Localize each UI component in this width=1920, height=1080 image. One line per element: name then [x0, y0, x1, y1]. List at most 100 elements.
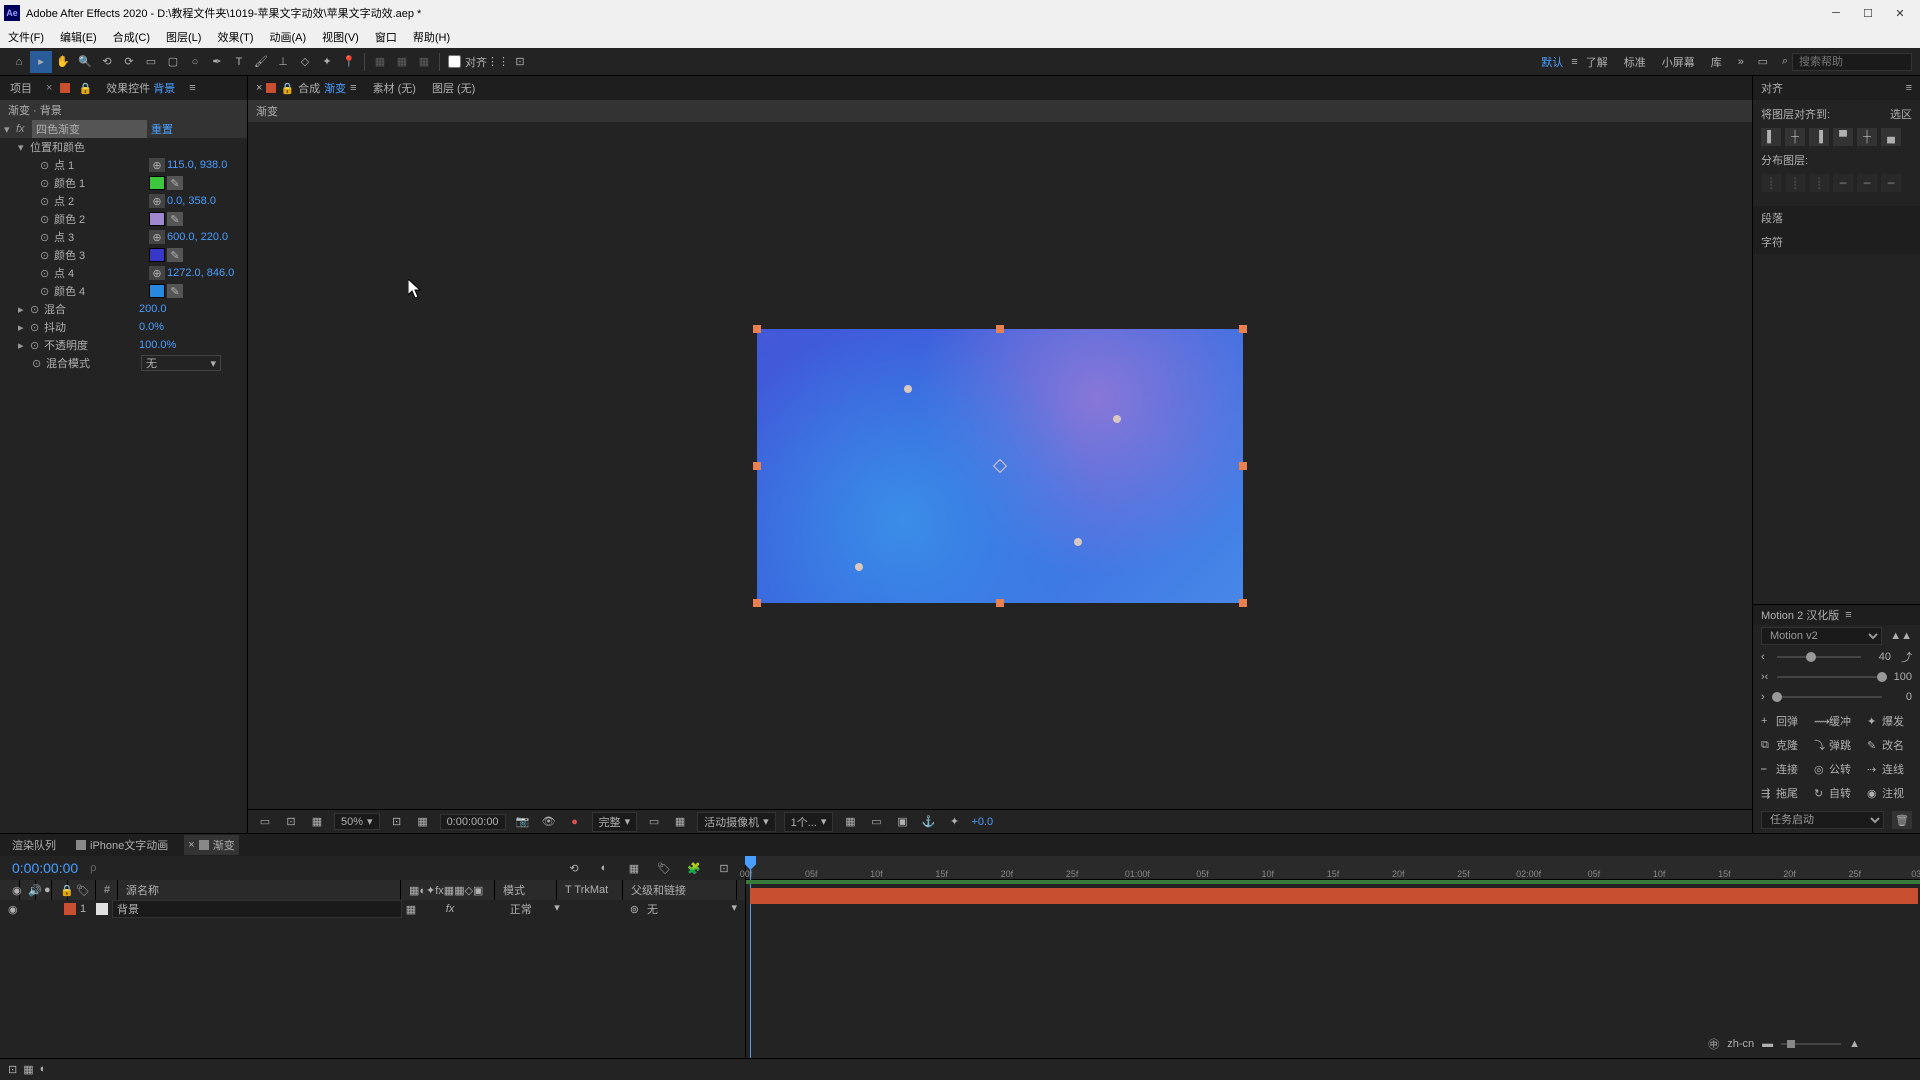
panel-menu-icon[interactable]: ≡	[350, 82, 356, 94]
zoom-slider[interactable]	[1781, 1043, 1841, 1045]
distribute-button[interactable]: ━	[1881, 174, 1901, 192]
trail-button[interactable]: ⇶拖尾	[1759, 783, 1808, 803]
tl-icon[interactable]: ⊡	[715, 859, 733, 877]
task-dropdown[interactable]: 任务启动	[1761, 811, 1884, 829]
point1-value[interactable]: 115.0, 938.0	[167, 159, 227, 171]
rect-tool[interactable]: ▢	[162, 51, 184, 73]
search-input[interactable]	[1792, 53, 1912, 71]
mode-dropdown[interactable]: 无▾	[141, 355, 221, 371]
distribute-button[interactable]: ━	[1833, 174, 1853, 192]
gradient-point[interactable]	[904, 385, 912, 393]
rotate-tool[interactable]: ⟳	[118, 51, 140, 73]
puppet-tool[interactable]: 📍	[338, 51, 360, 73]
slider-track[interactable]	[1777, 656, 1861, 658]
eraser-tool[interactable]: ◇	[294, 51, 316, 73]
color4-swatch[interactable]	[149, 284, 165, 298]
resolution-dropdown[interactable]: 完整▾	[592, 812, 638, 832]
snap-opt-icon[interactable]: ⋮⋮	[487, 51, 509, 73]
tl-icon[interactable]: 🧩	[685, 859, 703, 877]
view-icon[interactable]: ▭	[867, 813, 885, 831]
minimize-button[interactable]: ─	[1820, 0, 1852, 26]
menu-comp[interactable]: 合成(C)	[109, 27, 154, 47]
menu-window[interactable]: 窗口	[371, 27, 401, 47]
spin-button[interactable]: ↻自转	[1812, 783, 1861, 803]
chevron-right-icon[interactable]: ›	[1761, 691, 1771, 703]
align-right-button[interactable]: ▐	[1809, 128, 1829, 146]
brush-tool[interactable]: 🖌	[250, 51, 272, 73]
res-icon[interactable]: ⊡	[388, 813, 406, 831]
bbox-handle[interactable]	[1239, 462, 1247, 470]
panel-menu-icon[interactable]: ≡	[189, 82, 195, 94]
chevron-left-icon[interactable]: ‹	[1761, 651, 1771, 663]
gradient-point[interactable]	[855, 563, 863, 571]
snap-checkbox[interactable]	[448, 55, 461, 68]
tab-source[interactable]: 素材 (无)	[373, 80, 416, 96]
tab-project[interactable]: 项目	[4, 78, 38, 98]
rebound-button[interactable]: +回弹	[1759, 711, 1808, 731]
tab-comp-iphone[interactable]: iPhone文字动画	[72, 835, 172, 855]
clone-button[interactable]: ⧉克隆	[1759, 735, 1808, 755]
timecode-display[interactable]: 0:00:00:00	[440, 814, 506, 830]
view-icon[interactable]: ✦	[945, 813, 963, 831]
zoom-in-icon[interactable]: ▲	[1849, 1038, 1860, 1050]
crosshair-icon[interactable]: ⊕	[149, 194, 165, 208]
stopwatch-icon[interactable]: ⊙	[30, 303, 44, 316]
toggle-icon[interactable]: ◐	[40, 1063, 47, 1076]
jitter-value[interactable]: 0.0%	[139, 321, 164, 333]
crosshair-icon[interactable]: ⊕	[149, 230, 165, 244]
menu-anim[interactable]: 动画(A)	[266, 27, 311, 47]
snap-box-icon[interactable]: ⊡	[509, 51, 531, 73]
tl-icon[interactable]: ▦	[625, 859, 643, 877]
zoom-tool[interactable]: 🔍	[74, 51, 96, 73]
layer-name[interactable]: 背景	[112, 900, 402, 918]
view-icon[interactable]: ▣	[893, 813, 911, 831]
visibility-toggle[interactable]: ◉	[8, 903, 20, 916]
chevron-right-icon[interactable]: ▸	[18, 303, 30, 316]
clone-tool[interactable]: ⊥	[272, 51, 294, 73]
track-area[interactable]	[746, 880, 1920, 1058]
col-parent[interactable]: 父级和链接	[627, 880, 737, 900]
stopwatch-icon[interactable]: ⊙	[30, 321, 44, 334]
stopwatch-icon[interactable]: ⊙	[30, 339, 44, 352]
menu-help[interactable]: 帮助(H)	[409, 27, 454, 47]
comp-breadcrumb[interactable]: 渐变	[256, 103, 278, 119]
canvas[interactable]	[757, 329, 1243, 603]
slider-track[interactable]	[1777, 676, 1882, 678]
trash-icon[interactable]: 🗑	[1892, 811, 1912, 829]
show-snap-icon[interactable]: 👁	[540, 813, 558, 831]
layer-search-icon[interactable]: ρ	[90, 862, 96, 874]
focus-button[interactable]: ◉注视	[1865, 783, 1914, 803]
align-bottom-button[interactable]: ▄	[1881, 128, 1901, 146]
eyedropper-icon[interactable]: ✎	[167, 212, 183, 226]
menu-edit[interactable]: 编辑(E)	[56, 27, 101, 47]
panel-menu-icon[interactable]: ≡	[1845, 609, 1851, 621]
crosshair-icon[interactable]: ⊕	[149, 158, 165, 172]
bbox-handle[interactable]	[753, 462, 761, 470]
lock-icon[interactable]: 🔒	[280, 82, 294, 95]
selection-tool[interactable]: ▸	[30, 51, 52, 73]
bounce-button[interactable]: ⤵弹跳	[1812, 735, 1861, 755]
distribute-button[interactable]: ┊	[1785, 174, 1805, 192]
workspace-small[interactable]: 小屏幕	[1654, 52, 1703, 72]
tab-layer[interactable]: 图层 (无)	[432, 80, 475, 96]
pen-tool[interactable]: ✒	[206, 51, 228, 73]
chevron-down-icon[interactable]: ▾	[4, 123, 16, 136]
stopwatch-icon[interactable]: ⊙	[40, 231, 54, 244]
time-ruler[interactable]: 00f05f10f15f20f25f01:00f05f10f15f20f25f0…	[746, 856, 1920, 880]
maximize-button[interactable]: ☐	[1852, 0, 1884, 26]
point2-value[interactable]: 0.0, 358.0	[167, 195, 216, 207]
toolopt-3[interactable]: ▦	[413, 51, 435, 73]
col-mode[interactable]: 模式	[499, 880, 557, 900]
mode-dropdown[interactable]: 正常▾	[510, 901, 560, 917]
bbox-handle[interactable]	[1239, 325, 1247, 333]
distribute-button[interactable]: ┊	[1761, 174, 1781, 192]
zoom-out-icon[interactable]: ▬	[1762, 1038, 1773, 1050]
close-button[interactable]: ✕	[1884, 0, 1916, 26]
ellipse-tool[interactable]: ○	[184, 51, 206, 73]
timecode-display[interactable]: 0:00:00:00	[12, 860, 78, 876]
slider-track[interactable]	[1777, 696, 1882, 698]
connect-button[interactable]: ⎯连接	[1759, 759, 1808, 779]
chevron-down-icon[interactable]: ▾	[18, 141, 30, 154]
blend-value[interactable]: 200.0	[139, 303, 167, 315]
workspace-standard[interactable]: 标准	[1616, 52, 1654, 72]
